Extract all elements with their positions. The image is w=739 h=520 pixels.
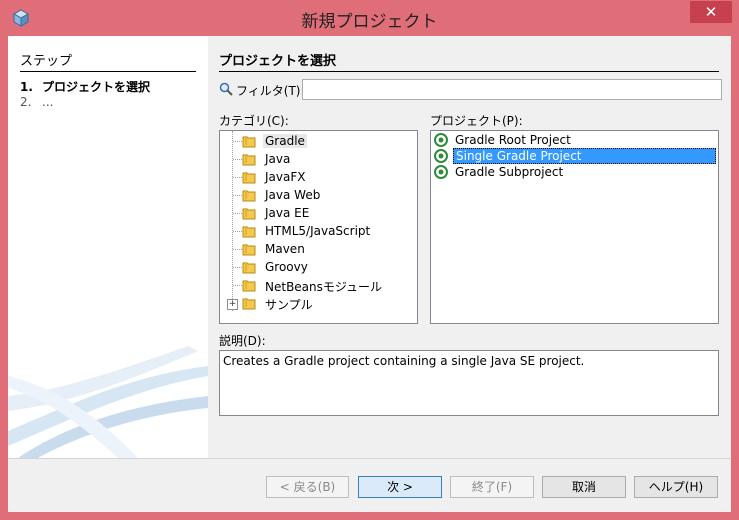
cancel-button[interactable]: 取消 [542,476,626,498]
dialog-body: ステップ 1. プロジェクトを選択 2.... プロジェクトを選択 フィルタ(T)… [8,36,731,512]
step-item: 1. プロジェクトを選択 [20,78,150,95]
tree-branch-line [233,195,242,196]
folder-icon [242,208,256,220]
tree-item-label: Java Web [265,188,321,202]
gradle-project-icon [434,165,448,179]
step-label: プロジェクトを選択 [42,80,151,94]
next-button[interactable]: 次 > [358,476,442,498]
back-button[interactable]: < 戻る(B) [266,476,349,498]
folder-icon [242,190,256,202]
steps-panel: ステップ 1. プロジェクトを選択 2.... [8,36,208,458]
folder-icon [242,262,256,274]
categories-label: カテゴリ(C): [219,114,289,128]
tree-item-java-web[interactable]: Java Web [220,186,415,204]
project-item-label: Single Gradle Project [453,148,716,164]
tree-item-label: Java [265,152,291,166]
tree-item-javafx[interactable]: JavaFX [220,168,415,186]
description-box: Creates a Gradle project containing a si… [219,350,719,416]
categories-tree[interactable]: Gradle Java JavaFX Java Web Java EE HTML… [219,130,418,324]
project-item-gradle-root[interactable]: Gradle Root Project [431,132,716,148]
gradle-project-icon [434,149,448,163]
close-button[interactable]: ✕ [690,1,732,23]
project-item-label: Gradle Subproject [455,165,564,179]
project-item-single-gradle[interactable]: Single Gradle Project [431,148,716,164]
step-label: ... [42,95,54,109]
project-item-gradle-subproject[interactable]: Gradle Subproject [431,164,716,180]
tree-item-samples[interactable]: + サンプル [220,294,415,312]
folder-icon [242,136,256,148]
tree-item-label: Maven [265,242,305,256]
tree-item-label: サンプル [265,298,313,312]
tree-branch-line [233,267,242,268]
projects-label: プロジェクト(P): [430,114,523,128]
gradle-project-icon [434,133,448,147]
tree-item-label: Java EE [265,206,310,220]
folder-icon [242,172,256,184]
tree-item-netbeans-modules[interactable]: NetBeansモジュール [220,276,415,294]
tree-item-label: NetBeansモジュール [265,280,383,294]
steps-heading: ステップ [20,50,196,72]
tree-item-java[interactable]: Java [220,150,415,168]
tree-item-html5-javascript[interactable]: HTML5/JavaScript [220,222,415,240]
folder-icon [242,154,256,166]
step-item: 2.... [20,95,53,109]
section-title: プロジェクトを選択 [219,50,719,72]
projects-list[interactable]: Gradle Root Project Single Gradle Projec… [430,130,719,324]
tree-item-groovy[interactable]: Groovy [220,258,415,276]
step-number: 2. [20,95,32,109]
tree-branch-line [233,249,242,250]
folder-icon [242,280,256,292]
tree-branch-line [233,285,242,286]
folder-icon [242,244,256,256]
finish-button[interactable]: 終了(F) [450,476,534,498]
description-label: 説明(D): [219,334,266,348]
tree-item-maven[interactable]: Maven [220,240,415,258]
step-number: 1. [20,80,33,94]
folder-icon [242,298,256,310]
window-title: 新規プロジェクト [301,12,438,32]
tree-branch-line [233,159,242,160]
button-bar-separator [8,458,731,459]
new-project-dialog: 新規プロジェクト ✕ ステップ 1. プロジェクトを選択 2.... プロジェクト… [0,0,739,520]
tree-branch-line [233,213,242,214]
tree-item-label: JavaFX [265,170,306,184]
title-bar[interactable]: 新規プロジェクト ✕ [0,0,739,36]
decorative-swoosh-graphic [8,346,208,458]
search-icon [219,82,233,96]
tree-item-label: Groovy [265,260,308,274]
tree-branch-line [233,177,242,178]
filter-input[interactable] [302,79,722,100]
project-item-label: Gradle Root Project [455,133,571,147]
tree-item-label: HTML5/JavaScript [265,224,371,238]
tree-item-label: Gradle [263,134,307,148]
tree-branch-line [233,231,242,232]
tree-branch-line [233,141,242,142]
help-button[interactable]: ヘルプ(H) [634,476,718,498]
expand-icon[interactable]: + [227,299,238,310]
filter-label: フィルタ(T): [236,84,305,98]
tree-item-java-ee[interactable]: Java EE [220,204,415,222]
tree-item-gradle[interactable]: Gradle [220,132,415,150]
folder-icon [242,226,256,238]
